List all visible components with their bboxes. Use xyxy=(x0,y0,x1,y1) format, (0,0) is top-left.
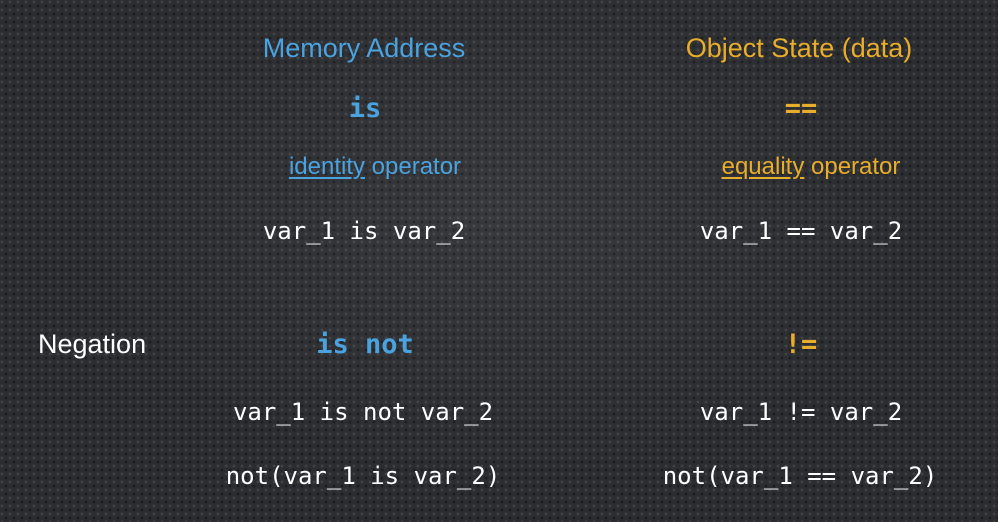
not-equal-operator: != xyxy=(784,329,818,360)
is-not-example: var_1 is not var_2 xyxy=(232,398,494,426)
identity-word: identity xyxy=(288,153,365,180)
identity-operator-suffix: operator xyxy=(364,153,462,180)
is-operator: is xyxy=(348,93,382,124)
is-example: var_1 is var_2 xyxy=(262,217,466,245)
equality-operator: == xyxy=(784,93,818,124)
equality-operator-suffix: operator xyxy=(804,153,901,180)
object-state-heading: Object State (data) xyxy=(685,33,913,63)
is-not-operator: is not xyxy=(316,329,414,360)
identity-operator-label: identity operator xyxy=(289,155,461,179)
negation-label: Negation xyxy=(38,329,147,359)
not-equality-example: not(var_1 == var_2) xyxy=(662,462,938,490)
equality-word: equality xyxy=(721,153,805,180)
equality-operator-label: equality operator xyxy=(722,155,901,179)
slide: Memory Address is identity operator var_… xyxy=(0,0,998,522)
equality-example: var_1 == var_2 xyxy=(699,217,903,245)
not-equal-example: var_1 != var_2 xyxy=(699,398,903,426)
memory-address-heading: Memory Address xyxy=(262,33,466,63)
not-is-example: not(var_1 is var_2) xyxy=(225,462,501,490)
